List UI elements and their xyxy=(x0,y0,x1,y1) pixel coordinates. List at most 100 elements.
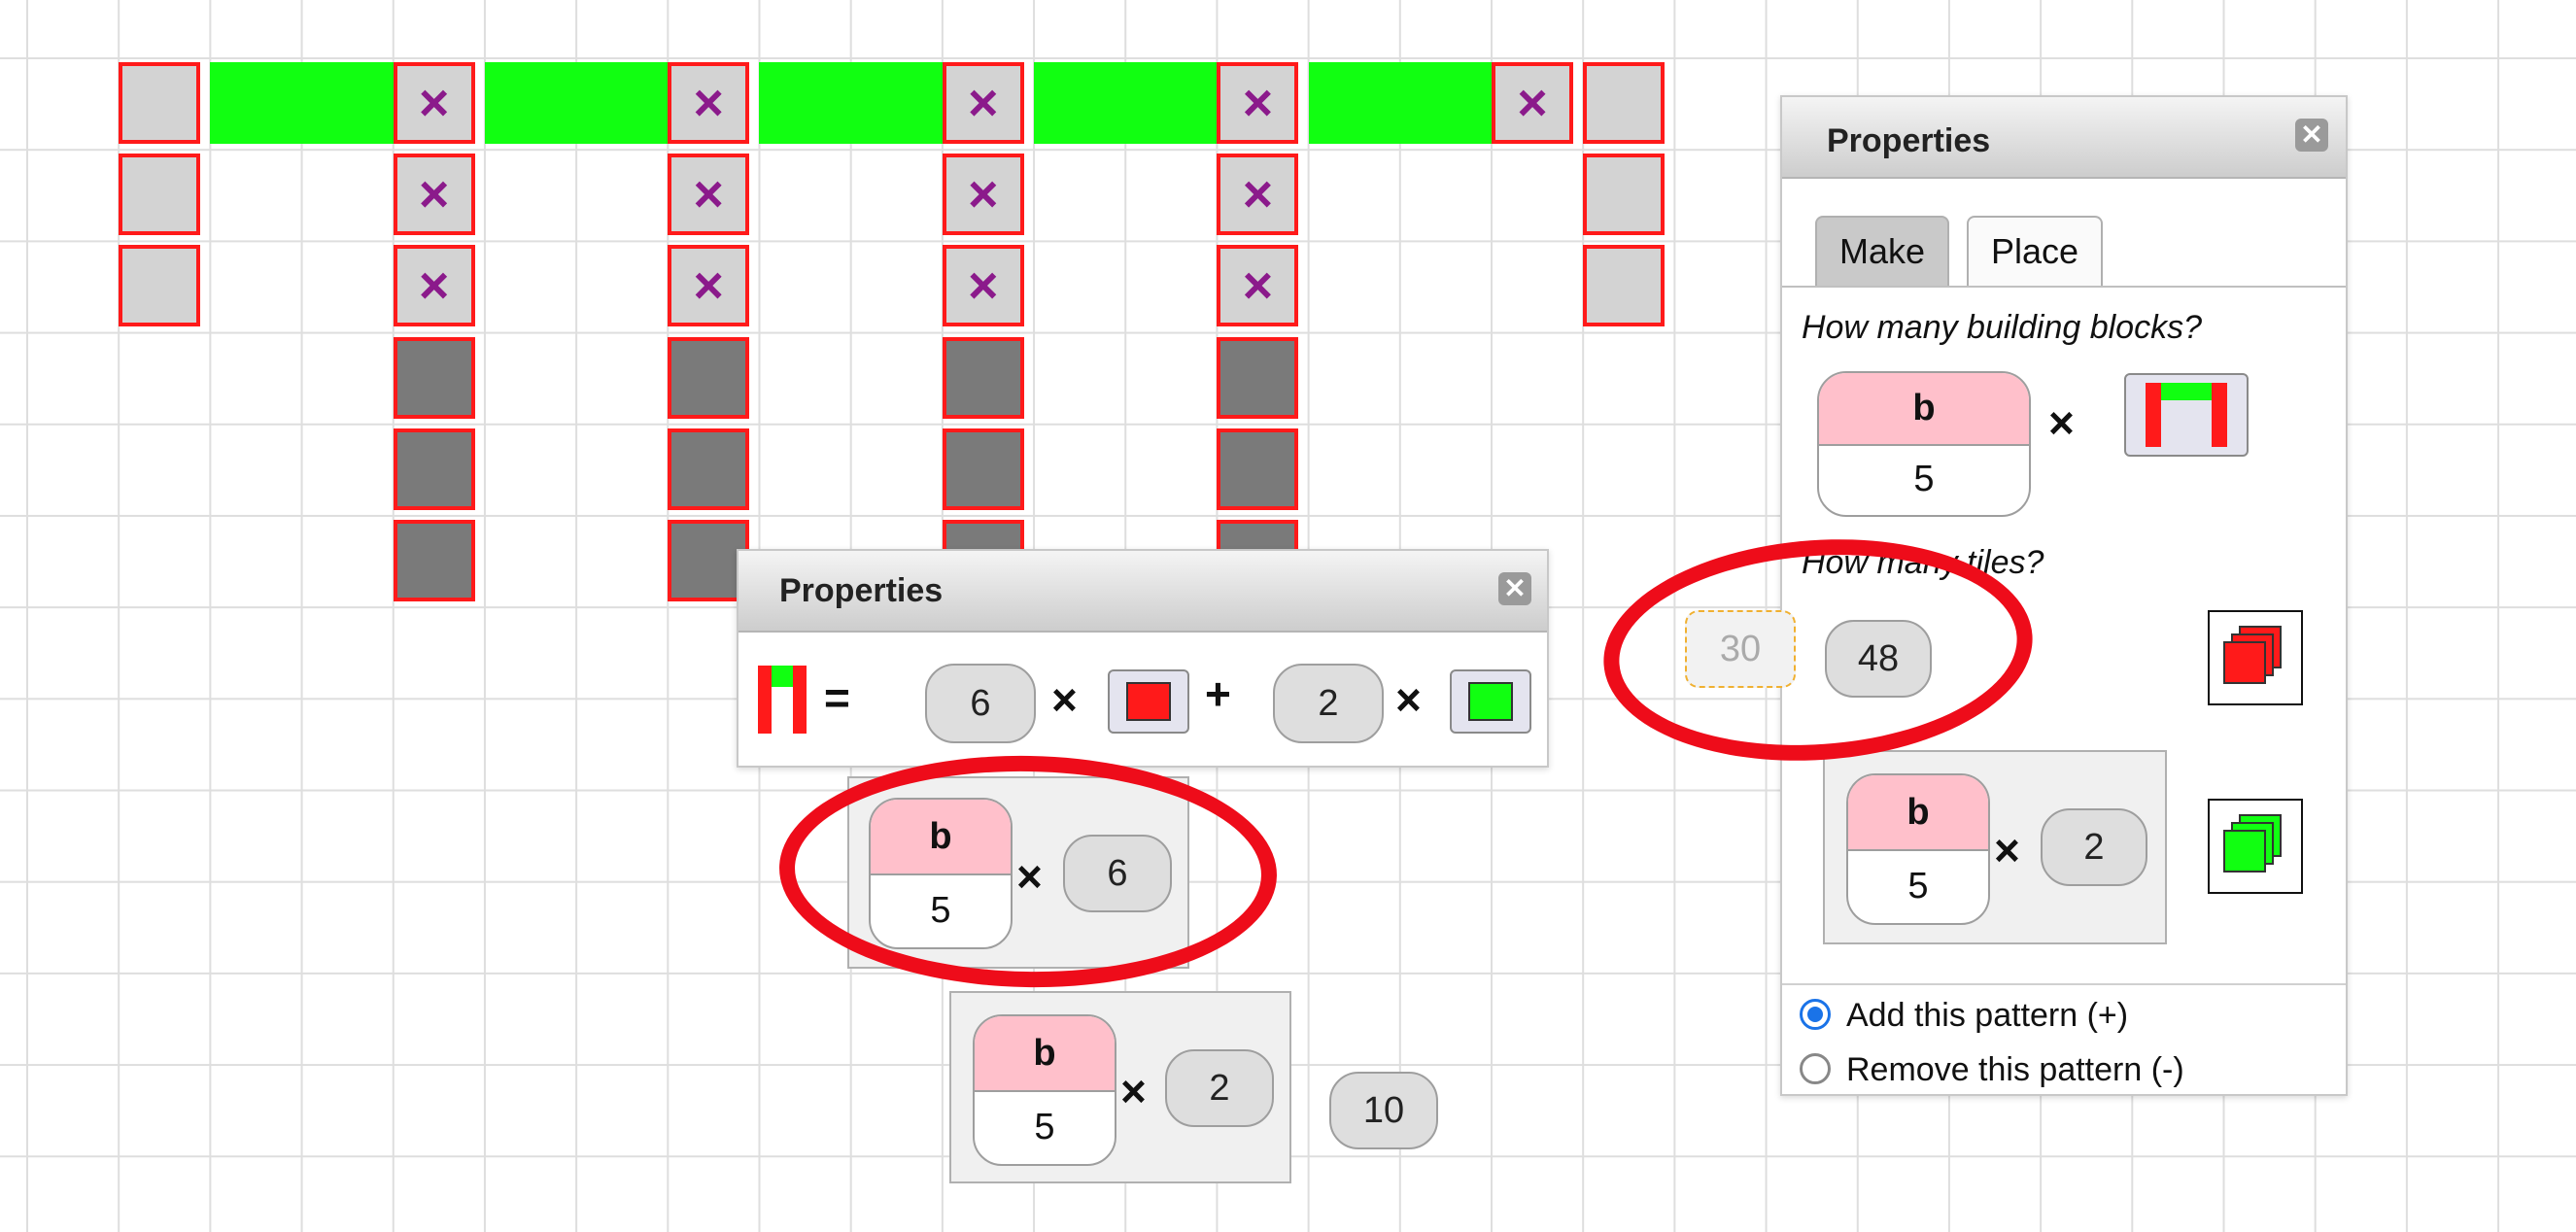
green-tile[interactable] xyxy=(576,62,670,144)
variable-name: b xyxy=(871,800,1011,875)
times-sign: × xyxy=(1016,851,1043,902)
dark-tile[interactable] xyxy=(668,336,750,419)
tab-place[interactable]: Place xyxy=(1967,216,2103,286)
dark-tile[interactable] xyxy=(393,520,475,601)
dark-tile[interactable] xyxy=(942,428,1024,510)
times-sign: × xyxy=(1120,1066,1147,1116)
dark-tile[interactable] xyxy=(668,428,750,510)
x-mark-icon: × xyxy=(693,257,724,316)
x-mark-icon: × xyxy=(418,74,450,132)
result-pill[interactable]: 10 xyxy=(1329,1072,1438,1149)
panel-title: Properties xyxy=(1827,122,1991,159)
green-expression-slot[interactable]: b 5 × 2 xyxy=(1823,750,2167,944)
light-tile[interactable] xyxy=(1583,62,1666,144)
tab-bar xyxy=(1782,286,2346,288)
variable-name: b xyxy=(1848,775,1988,851)
variable-value: 5 xyxy=(1034,1106,1055,1147)
marked-tile[interactable]: × xyxy=(1217,62,1299,144)
marked-tile[interactable]: × xyxy=(393,154,475,236)
times-sign: × xyxy=(1994,825,2020,875)
variable-value: 5 xyxy=(1907,865,1929,907)
light-tile[interactable] xyxy=(119,245,200,327)
green-tile[interactable] xyxy=(1308,62,1402,144)
green-tile[interactable] xyxy=(850,62,945,144)
marked-tile[interactable]: × xyxy=(668,154,750,236)
green-expression-slot[interactable]: b 5 × 2 xyxy=(949,991,1291,1183)
variable-name: b xyxy=(1819,373,2029,446)
building-block-icon xyxy=(758,666,807,734)
marked-tile[interactable]: × xyxy=(1217,245,1299,327)
radio-add-label[interactable]: Add this pattern (+) xyxy=(1846,997,2128,1035)
radio-remove-pattern[interactable] xyxy=(1800,1053,1831,1084)
question-tiles: How many tiles? xyxy=(1802,544,2044,581)
light-tile[interactable] xyxy=(1583,154,1666,236)
green-tile[interactable] xyxy=(1034,62,1128,144)
marked-tile[interactable]: × xyxy=(1492,62,1573,144)
marked-tile[interactable]: × xyxy=(942,62,1024,144)
variable-card-b[interactable]: b 5 xyxy=(1846,773,1990,925)
red-tile-icon xyxy=(1108,669,1189,734)
marked-tile[interactable]: × xyxy=(393,245,475,327)
light-tile[interactable] xyxy=(1583,245,1666,327)
dark-tile[interactable] xyxy=(393,428,475,510)
x-mark-icon: × xyxy=(1242,257,1274,316)
radio-remove-label[interactable]: Remove this pattern (-) xyxy=(1846,1051,2184,1089)
multiplier-pill[interactable]: 2 xyxy=(2041,808,2147,886)
grid-canvas[interactable]: × × × × × × × × × × × × × Properties ✕ = 6 × + 2 × b… xyxy=(0,0,2576,1232)
question-building-blocks: How many building blocks? xyxy=(1802,309,2202,346)
light-tile[interactable] xyxy=(119,62,200,144)
x-mark-icon: × xyxy=(968,257,999,316)
panel-title: Properties xyxy=(779,572,944,609)
dark-tile[interactable] xyxy=(393,336,475,419)
marked-tile[interactable]: × xyxy=(942,154,1024,236)
x-mark-icon: × xyxy=(968,165,999,224)
x-mark-icon: × xyxy=(1242,165,1274,224)
green-tile[interactable] xyxy=(1125,62,1219,144)
green-count-pill[interactable]: 2 xyxy=(1273,664,1384,743)
close-icon[interactable]: ✕ xyxy=(1498,572,1531,605)
radio-add-pattern[interactable] xyxy=(1800,999,1831,1030)
tiles-count-pill[interactable]: 48 xyxy=(1825,620,1932,698)
variable-card-b[interactable]: b 5 xyxy=(973,1014,1116,1166)
light-tile[interactable] xyxy=(119,154,200,236)
red-tile-stack-icon[interactable] xyxy=(2208,610,2303,705)
green-tile[interactable] xyxy=(484,62,578,144)
times-sign: × xyxy=(1395,674,1422,725)
green-tile[interactable] xyxy=(210,62,304,144)
panel-titlebar[interactable]: Properties ✕ xyxy=(738,551,1547,633)
x-mark-icon: × xyxy=(1517,74,1548,132)
variable-card-b[interactable]: b 5 xyxy=(869,798,1013,949)
ghost-value: 30 xyxy=(1685,610,1796,688)
x-mark-icon: × xyxy=(418,257,450,316)
properties-panel-make: Properties ✕ Make Place How many buildin… xyxy=(1685,95,2348,1096)
x-mark-icon: × xyxy=(1242,74,1274,132)
red-count-pill[interactable]: 6 xyxy=(925,664,1036,743)
green-tile[interactable] xyxy=(1399,62,1494,144)
green-tile-stack-icon[interactable] xyxy=(2208,799,2303,894)
variable-value: 5 xyxy=(930,889,951,931)
divider xyxy=(1782,983,2346,985)
green-tile[interactable] xyxy=(759,62,853,144)
variable-card-b[interactable]: b 5 xyxy=(1817,371,2031,517)
building-block-icon[interactable] xyxy=(2124,373,2249,457)
marked-tile[interactable]: × xyxy=(393,62,475,144)
red-expression-slot[interactable]: b 5 × 6 xyxy=(847,776,1189,969)
marked-tile[interactable]: × xyxy=(1217,154,1299,236)
times-sign: × xyxy=(2048,397,2075,448)
green-tile[interactable] xyxy=(301,62,395,144)
marked-tile[interactable]: × xyxy=(668,245,750,327)
dark-tile[interactable] xyxy=(942,336,1024,419)
x-mark-icon: × xyxy=(418,165,450,224)
x-mark-icon: × xyxy=(968,74,999,132)
close-icon[interactable]: ✕ xyxy=(2295,119,2328,152)
marked-tile[interactable]: × xyxy=(942,245,1024,327)
dark-tile[interactable] xyxy=(1217,336,1299,419)
tab-make[interactable]: Make xyxy=(1815,216,1949,286)
green-tile-icon xyxy=(1450,669,1531,734)
multiplier-pill[interactable]: 2 xyxy=(1165,1049,1274,1127)
panel-titlebar[interactable]: Properties ✕ xyxy=(1782,97,2346,179)
marked-tile[interactable]: × xyxy=(668,62,750,144)
dark-tile[interactable] xyxy=(1217,428,1299,510)
multiplier-pill[interactable]: 6 xyxy=(1063,835,1172,912)
equals-sign: = xyxy=(824,672,850,723)
